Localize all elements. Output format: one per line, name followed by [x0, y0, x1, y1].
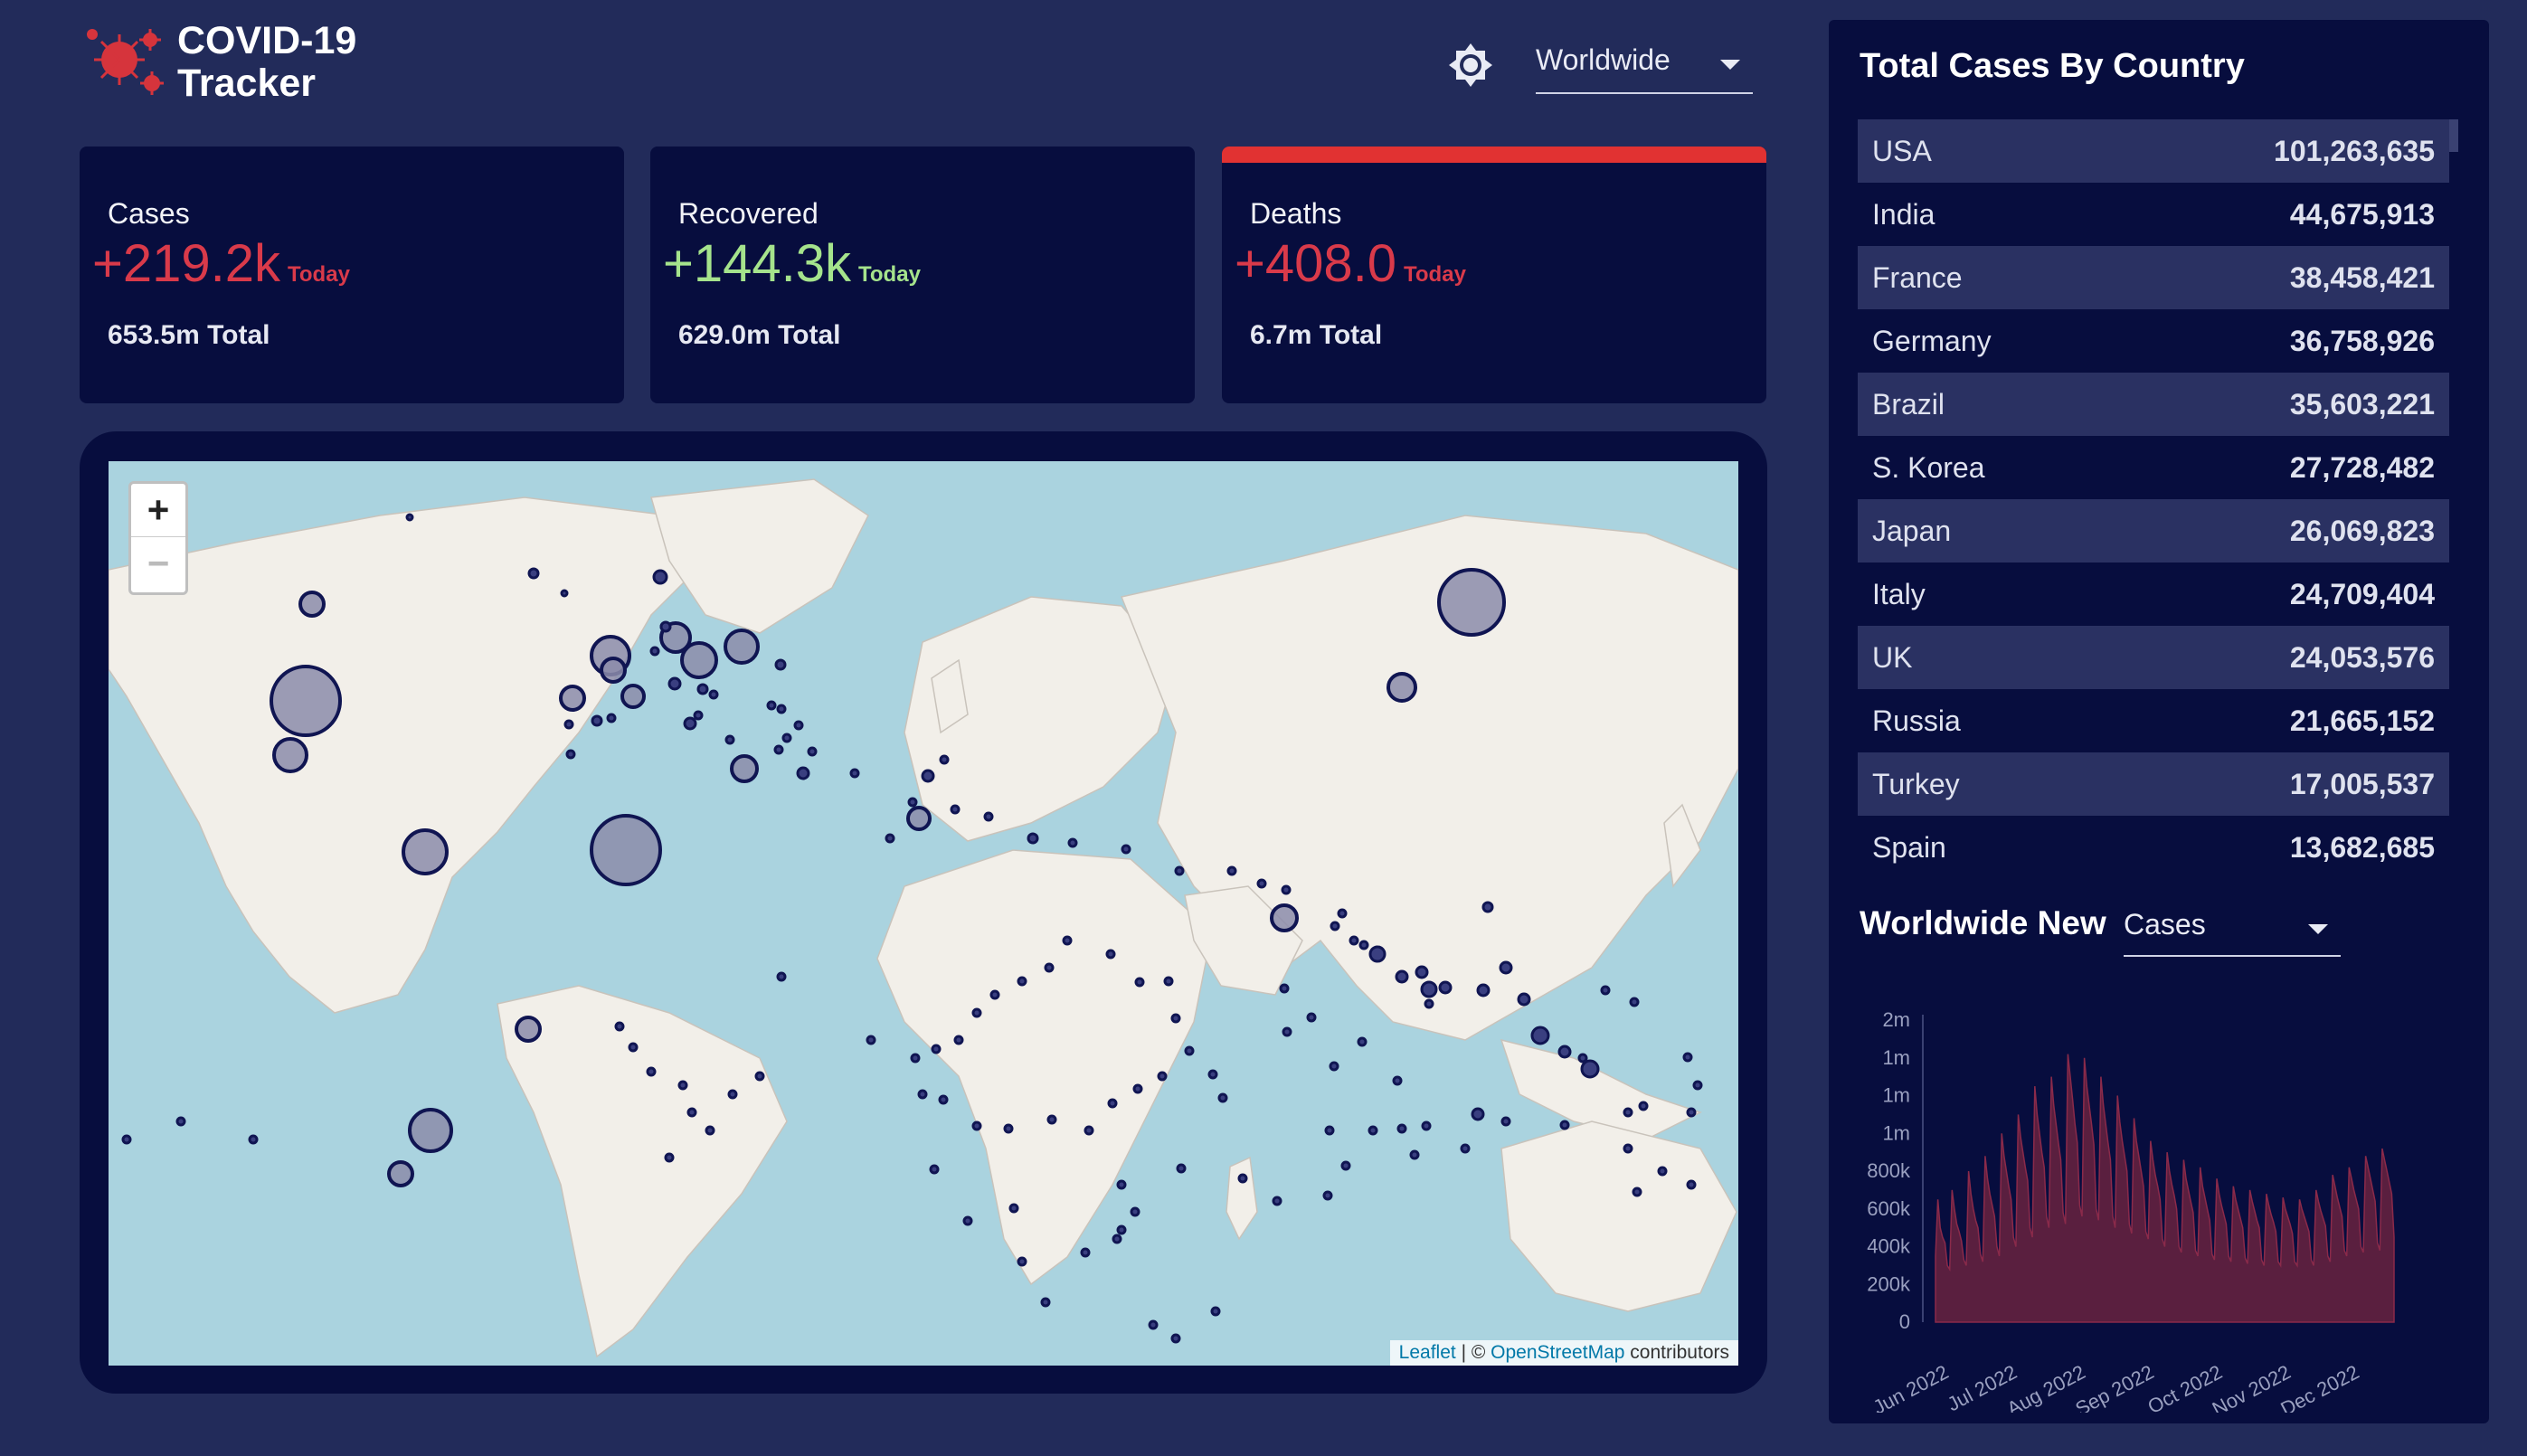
country-cases: 17,005,537 — [2289, 767, 2435, 800]
country-row[interactable]: USA 101,263,635 — [1858, 119, 2449, 183]
y-tick-label: 200k — [1867, 1272, 1911, 1295]
card-today-value: +144.3k — [663, 234, 852, 293]
country-name: UK — [1872, 640, 1913, 674]
y-tick-label: 2m — [1882, 1008, 1910, 1031]
country-row[interactable]: Spain 13,682,685 — [1858, 816, 2449, 864]
country-name: Germany — [1872, 324, 1992, 357]
world-map[interactable]: + − Leaflet | © OpenStreetMap contributo… — [109, 461, 1738, 1366]
card-today-label: Today — [858, 262, 921, 287]
country-cases: 35,603,221 — [2289, 387, 2435, 421]
greenland-land — [650, 478, 869, 634]
country-row[interactable]: Japan 26,069,823 — [1858, 499, 2449, 563]
country-cases: 24,709,404 — [2289, 577, 2435, 610]
country-cases: 101,263,635 — [2274, 134, 2435, 167]
y-tick-label: 600k — [1867, 1197, 1911, 1220]
sidebar-title: Total Cases By Country — [1860, 47, 2245, 85]
map-attribution: Leaflet | © OpenStreetMap contributors — [1389, 1340, 1738, 1366]
y-tick-label: 1m — [1882, 1084, 1910, 1107]
card-today-label: Today — [288, 262, 350, 287]
country-name: Brazil — [1872, 387, 1945, 421]
leaflet-link[interactable]: Leaflet — [1399, 1342, 1456, 1363]
madagascar-land — [1226, 1156, 1258, 1241]
world-map-canvas[interactable] — [109, 461, 1738, 1366]
card-title: Cases — [108, 197, 190, 230]
app-logo: COVID-19 Tracker — [80, 20, 369, 110]
country-cases: 24,053,576 — [2289, 640, 2435, 674]
country-name: France — [1872, 260, 1963, 294]
zoom-out-button[interactable]: − — [131, 536, 185, 590]
zoom-control: + − — [128, 481, 188, 595]
country-cases: 27,728,482 — [2289, 450, 2435, 484]
country-name: S. Korea — [1872, 450, 1985, 484]
y-tick-label: 1m — [1882, 1121, 1910, 1144]
country-row[interactable]: Brazil 35,603,221 — [1858, 373, 2449, 436]
card-total: 629.0m Total — [678, 320, 841, 350]
country-name: Japan — [1872, 514, 1952, 547]
country-table[interactable]: USA 101,263,635 India 44,675,913 France 38,45… — [1858, 119, 2449, 864]
sidebar: Total Cases By Country USA 101,263,635 Ind… — [1829, 20, 2489, 1423]
theme-toggle-button[interactable] — [1443, 38, 1498, 92]
card-total: 6.7m Total — [1250, 320, 1383, 350]
country-name: India — [1872, 197, 1935, 231]
country-cases: 44,675,913 — [2289, 197, 2435, 231]
country-row[interactable]: Italy 24,709,404 — [1858, 563, 2449, 626]
country-cases: 13,682,685 — [2289, 830, 2435, 864]
brightness-icon — [1449, 43, 1492, 87]
country-cases: 36,758,926 — [2289, 324, 2435, 357]
north-america-land — [109, 496, 707, 1014]
virus-icon — [87, 29, 164, 95]
country-row[interactable]: UK 24,053,576 — [1858, 626, 2449, 689]
region-select[interactable]: Worldwide — [1536, 40, 1753, 94]
x-tick-label: Sep 2022 — [2071, 1360, 2157, 1413]
y-tick-label: 0 — [1899, 1310, 1910, 1333]
series-area — [1935, 1054, 2395, 1323]
attribution-separator: | © — [1455, 1342, 1491, 1363]
country-row[interactable]: Germany 36,758,926 — [1858, 309, 2449, 373]
card-title: Deaths — [1250, 197, 1342, 230]
card-title: Recovered — [678, 197, 819, 230]
australia-land — [1500, 1120, 1737, 1312]
country-name: Italy — [1872, 577, 1926, 610]
country-cases: 21,665,152 — [2289, 704, 2435, 737]
region-select-value: Worldwide — [1536, 43, 1670, 76]
country-row[interactable]: Turkey 17,005,537 — [1858, 752, 2449, 816]
deaths-card[interactable]: Deaths +408.0 Today 6.7m Total — [1222, 147, 1766, 403]
recovered-card[interactable]: Recovered +144.3k Today 629.0m Total — [650, 147, 1195, 403]
country-name: Spain — [1872, 830, 1946, 864]
country-row[interactable]: S. Korea 27,728,482 — [1858, 436, 2449, 499]
zoom-in-button[interactable]: + — [131, 484, 185, 536]
case-type-select-value: Cases — [2124, 908, 2206, 941]
y-tick-label: 400k — [1867, 1235, 1911, 1258]
worldwide-new-title: Worldwide New — [1860, 904, 2106, 941]
card-today-value: +408.0 — [1235, 234, 1397, 293]
country-row[interactable]: France 38,458,421 — [1858, 246, 2449, 309]
table-scrollbar[interactable] — [2449, 119, 2458, 152]
south-america-land — [497, 985, 788, 1358]
country-cases: 26,069,823 — [2289, 514, 2435, 547]
chevron-down-icon — [1720, 60, 1740, 70]
card-today-label: Today — [1404, 262, 1466, 287]
openstreetmap-link[interactable]: OpenStreetMap — [1491, 1342, 1624, 1363]
country-row[interactable]: Russia 21,665,152 — [1858, 689, 2449, 752]
selected-indicator — [1222, 147, 1766, 163]
x-tick-label: Jun 2022 — [1869, 1360, 1953, 1413]
chevron-down-icon — [2308, 924, 2328, 934]
country-name: USA — [1872, 134, 1932, 167]
country-cases: 38,458,421 — [2289, 260, 2435, 294]
app-title: COVID-19 Tracker — [177, 19, 357, 105]
y-tick-label: 800k — [1867, 1159, 1911, 1182]
cases-card[interactable]: Cases +219.2k Today 653.5m Total — [80, 147, 624, 403]
card-today-value: +219.2k — [92, 234, 281, 293]
x-tick-label: Dec 2022 — [2276, 1360, 2362, 1413]
country-row[interactable]: India 44,675,913 — [1858, 183, 2449, 246]
y-tick-label: 1m — [1882, 1046, 1910, 1069]
card-total: 653.5m Total — [108, 320, 270, 350]
country-name: Russia — [1872, 704, 1961, 737]
case-type-select[interactable]: Cases — [2124, 903, 2341, 957]
map-panel: + − Leaflet | © OpenStreetMap contributo… — [80, 431, 1767, 1394]
worldwide-new-chart: 0200k400k600k800k1m1m1m2mJun 2022Jul 202… — [1867, 1008, 2395, 1413]
africa-land — [876, 849, 1213, 1286]
attribution-tail: contributors — [1624, 1342, 1729, 1363]
country-name: Turkey — [1872, 767, 1960, 800]
